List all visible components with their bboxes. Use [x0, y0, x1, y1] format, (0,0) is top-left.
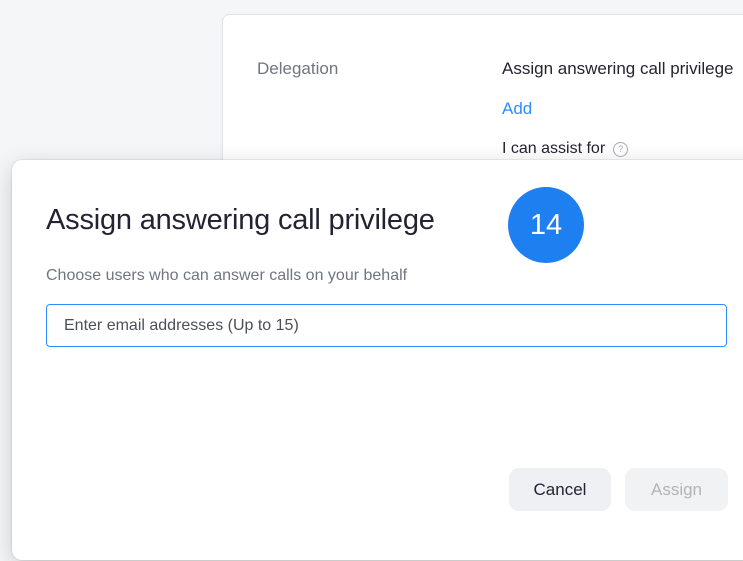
add-delegate-link[interactable]: Add	[502, 99, 532, 119]
assign-privilege-setting-title: Assign answering call privilege	[502, 59, 734, 78]
dialog-description: Choose users who can answer calls on you…	[46, 267, 408, 284]
dialog-title: Assign answering call privilege	[46, 204, 435, 236]
assign-button[interactable]: Assign	[625, 468, 728, 511]
cancel-button[interactable]: Cancel	[509, 468, 611, 511]
assist-for-label: I can assist for	[502, 140, 606, 157]
assist-for-row: I can assist for ?	[502, 140, 629, 158]
help-icon[interactable]: ?	[613, 141, 629, 157]
assign-privilege-dialog: Assign answering call privilege 14 Choos…	[12, 160, 743, 560]
delegation-section-label: Delegation	[257, 59, 339, 78]
step-badge: 14	[508, 187, 584, 263]
email-addresses-input[interactable]	[46, 304, 727, 347]
screen: Delegation Assign answering call privile…	[0, 0, 743, 561]
